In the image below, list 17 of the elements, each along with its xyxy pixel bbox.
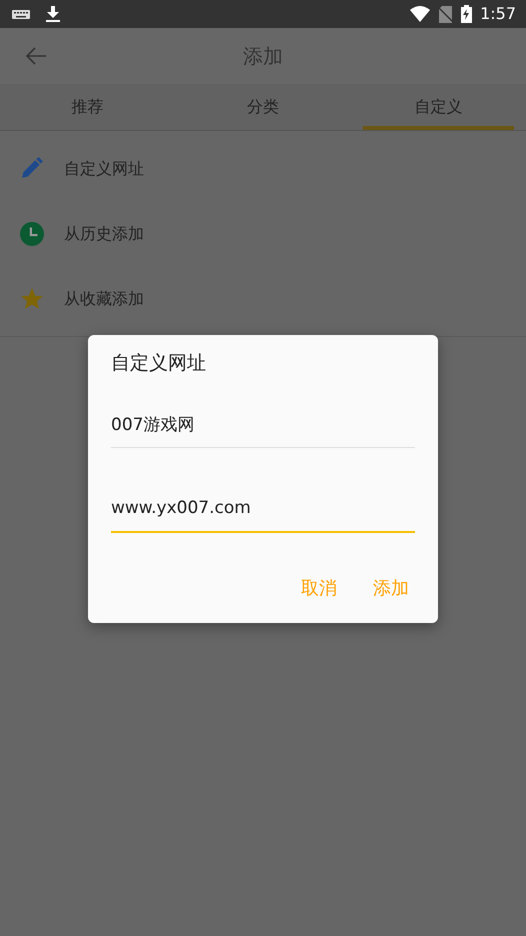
dialog-button[interactable]: 添加 [373,570,409,606]
tab[interactable]: 分类 [175,84,351,130]
dialog-button[interactable]: 取消 [301,570,337,606]
download-icon [46,6,60,22]
tab[interactable]: 推荐 [0,84,176,130]
keyboard-icon [12,8,30,20]
menu-item[interactable]: 自定义网址 [64,156,144,180]
menu-item[interactable]: 从收藏添加 [64,286,144,310]
tab[interactable]: 自定义 [350,84,526,130]
menu-item[interactable]: 从历史添加 [64,222,144,246]
battery-charging-icon [461,5,472,23]
input-field[interactable]: www.yx007.com [111,492,415,532]
no-sim-icon [438,6,454,22]
status-time: 1:57 [480,3,516,25]
dialog-title: 自定义网址 [111,351,207,376]
input-field[interactable]: 007游戏网 [111,408,415,448]
wifi-icon [410,6,430,22]
